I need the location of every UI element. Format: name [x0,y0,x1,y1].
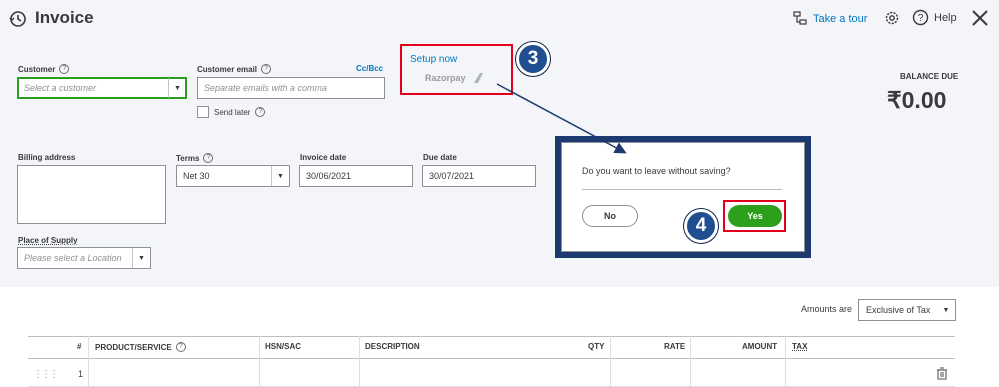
razorpay-logo: Razorpay [425,72,484,84]
customer-label-text: Customer [18,64,56,74]
column-header-rate: RATE [664,342,686,351]
step-marker-4: 4 [684,209,718,243]
balance-due-label: BALANCE DUE [900,72,959,81]
customer-placeholder: Select a customer [24,83,97,93]
no-button[interactable]: No [582,205,638,227]
customer-label: Customer ? [18,64,70,74]
terms-select[interactable]: Net 30 ▼ [176,165,290,187]
invoice-date-field[interactable]: 30/06/2021 [299,165,413,187]
due-date-label: Due date [423,153,457,162]
balance-due-amount: ₹0.00 [887,87,947,113]
leave-confirmation-dialog [561,142,805,252]
customer-select[interactable]: Select a customer ▼ [17,77,187,99]
trash-icon[interactable] [936,367,948,380]
page-title: Invoice [35,8,94,27]
step-marker-3: 3 [516,42,550,76]
customer-email-placeholder: Separate emails with a comma [204,83,328,93]
razorpay-mark-icon [473,73,483,83]
invoice-date-label: Invoice date [300,153,347,162]
chevron-down-icon[interactable]: ▼ [937,300,955,320]
table-row[interactable] [28,359,955,387]
setup-highlight-box [400,44,513,95]
send-later-label: Send later [214,107,251,117]
amounts-are-value: Exclusive of Tax [866,305,931,315]
info-icon[interactable]: ? [255,107,266,117]
dialog-divider [582,189,782,190]
column-header-hsn-sac: HSN/SAC [265,342,302,351]
help-button[interactable]: ? Help [912,9,957,26]
send-later-checkbox[interactable]: Send later ? [197,106,266,118]
terms-value: Net 30 [183,171,210,181]
place-of-supply-select[interactable]: Please select a Location ▼ [17,247,151,269]
checkbox-icon[interactable] [197,106,209,118]
column-header-number: # [77,342,82,351]
chevron-down-icon[interactable]: ▼ [271,166,289,186]
help-label: Help [934,11,957,24]
amounts-are-select[interactable]: Exclusive of Tax ▼ [858,299,956,321]
customer-email-label: Customer email ? [197,64,272,74]
info-icon[interactable]: ? [203,153,214,163]
setup-now-link[interactable]: Setup now [410,54,457,65]
chevron-down-icon[interactable]: ▼ [132,248,150,268]
product-service-header-text: PRODUCT/SERVICE [95,342,172,352]
column-header-description: DESCRIPTION [365,342,420,351]
help-icon: ? [912,9,929,26]
close-icon[interactable] [970,8,990,28]
info-icon[interactable]: ? [261,64,272,74]
due-date-field[interactable]: 30/07/2021 [422,165,536,187]
column-header-product-service: PRODUCT/SERVICE ? [95,342,186,352]
row-number: 1 [78,369,84,379]
place-of-supply-label: Place of Supply [18,236,78,245]
amounts-are-label: Amounts are [801,304,853,314]
gear-icon[interactable] [883,9,901,27]
column-header-qty: QTY [588,342,605,351]
tour-icon [793,11,807,25]
invoice-date-value: 30/06/2021 [306,171,352,181]
customer-email-field[interactable]: Separate emails with a comma [197,77,385,99]
billing-address-field[interactable] [17,165,166,224]
svg-text:?: ? [918,13,924,24]
take-a-tour-label: Take a tour [813,12,868,25]
place-of-supply-placeholder: Please select a Location [24,253,122,263]
terms-label-text: Terms [176,153,200,163]
column-header-amount: AMOUNT [742,342,778,351]
drag-handle-icon[interactable]: ⋮⋮⋮ [33,369,59,380]
billing-address-label: Billing address [18,153,76,162]
info-icon[interactable]: ? [175,342,186,352]
recent-history-icon[interactable] [8,9,28,29]
take-a-tour-link[interactable]: Take a tour [793,11,867,26]
chevron-down-icon[interactable]: ▼ [168,78,186,98]
due-date-value: 30/07/2021 [429,171,475,181]
razorpay-label: Razorpay [425,73,466,83]
info-icon[interactable]: ? [59,64,70,74]
terms-label: Terms ? [176,153,214,163]
column-header-tax: TAX [792,342,808,351]
cc-bcc-link[interactable]: Cc/Bcc [356,64,383,73]
customer-email-label-text: Customer email [197,64,258,74]
dialog-message: Do you want to leave without saving? [582,166,731,176]
yes-button[interactable]: Yes [728,205,782,227]
